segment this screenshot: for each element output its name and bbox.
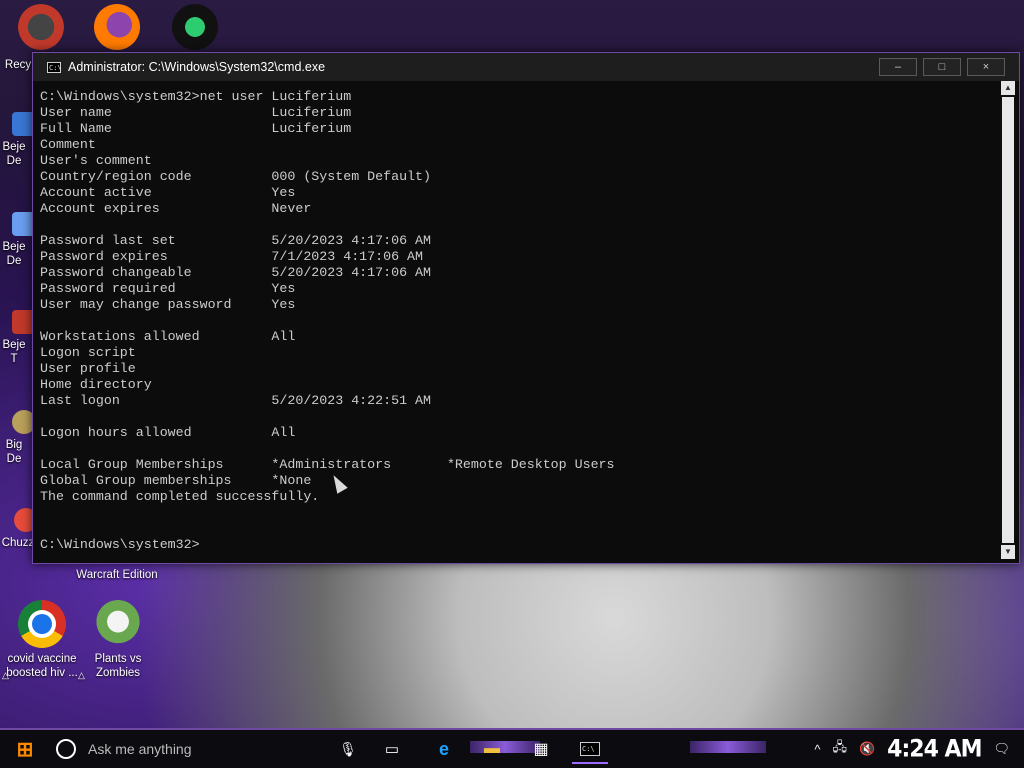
icon-label: De xyxy=(6,453,22,465)
console-line: Comment xyxy=(40,137,96,152)
icon-label: covid vaccine boosted hiv ... xyxy=(6,653,78,679)
notifications-icon[interactable]: 🗨 xyxy=(993,741,1010,757)
maximize-button[interactable]: □ xyxy=(923,58,961,76)
cmd-icon: C:\ xyxy=(47,61,62,73)
cmd-window[interactable]: C:\ Administrator: C:\Windows\System32\c… xyxy=(32,52,1020,564)
taskbar-cmd-button[interactable]: C:\ xyxy=(572,736,608,764)
bejeweled-icon-2[interactable]: Beje De xyxy=(0,212,36,268)
chrome-icon xyxy=(18,600,66,648)
system-tray: ^ 🖧 🔇 4:24 AM 🗨 xyxy=(814,735,1024,763)
task-view-icon[interactable]: ▭ xyxy=(380,736,404,762)
console-line: Home directory xyxy=(40,377,152,392)
store-icon[interactable]: ▦ xyxy=(528,736,554,762)
volume-muted-icon[interactable]: 🔇 xyxy=(859,741,875,757)
icon-label: Beje xyxy=(2,141,26,153)
network-icon[interactable]: 🖧 xyxy=(832,738,847,760)
console-line: Workstations allowed All xyxy=(40,329,296,344)
console-line: Logon hours allowed All xyxy=(40,425,296,440)
console-line: Password required Yes xyxy=(40,281,296,296)
console-line: Password changeable 5/20/2023 4:17:06 AM xyxy=(40,265,431,280)
console-line: Local Group Memberships *Administrators … xyxy=(40,457,615,472)
console-output[interactable]: C:\Windows\system32>net user Luciferium U… xyxy=(40,89,999,557)
icon-label: T xyxy=(10,353,18,365)
console-line: Account expires Never xyxy=(40,201,312,216)
shortcut-arrow-icon: △ xyxy=(78,670,85,680)
start-logo-icon: ⊞ xyxy=(16,738,34,761)
desktop-icon-plants-vs-zombies[interactable]: △ Plants vs Zombies xyxy=(76,600,160,680)
clock[interactable]: 4:24 AM xyxy=(887,735,982,763)
icon-label: Big xyxy=(5,439,23,451)
console-line: Full Name Luciferium xyxy=(40,121,352,136)
bejeweled-icon-3[interactable]: Beje T xyxy=(0,310,36,366)
icon-label: Chuzz xyxy=(1,537,35,549)
console-line: User may change password Yes xyxy=(40,297,296,312)
warcraft-label[interactable]: Warcraft Edition xyxy=(70,568,164,582)
console-line: Country/region code 000 (System Default) xyxy=(40,169,431,184)
shortcut-arrow-icon: △ xyxy=(2,670,9,680)
console-line: Logon script xyxy=(40,345,136,360)
cmd-titlebar[interactable]: C:\ Administrator: C:\Windows\System32\c… xyxy=(33,53,1019,81)
console-line: Password last set 5/20/2023 4:17:06 AM xyxy=(40,233,431,248)
app-icon-top-right[interactable] xyxy=(172,4,218,50)
console-line: User profile xyxy=(40,361,136,376)
icon-label: De xyxy=(6,255,22,267)
console-line: User's comment xyxy=(40,153,152,168)
console-line: C:\Windows\system32> xyxy=(40,537,200,552)
console-line: Last logon 5/20/2023 4:22:51 AM xyxy=(40,393,431,408)
taskbar-decoration xyxy=(690,741,766,753)
scroll-up-arrow-icon[interactable]: ▲ xyxy=(1001,81,1015,95)
minimize-button[interactable]: – xyxy=(879,58,917,76)
start-button[interactable]: ⊞ xyxy=(8,736,42,762)
plants-vs-zombies-icon xyxy=(94,600,142,648)
bejeweled-icon-1[interactable]: Beje De xyxy=(0,112,36,168)
console-line: C:\Windows\system32>net user Luciferium xyxy=(40,89,352,104)
cmd-icon: C:\ xyxy=(580,742,600,756)
cortana-icon xyxy=(56,739,76,759)
close-button[interactable]: × xyxy=(967,58,1005,76)
taskbar: ⊞ Ask me anything 🎙 ▭ e ▬ ▦ C:\ ^ 🖧 🔇 4:… xyxy=(0,728,1024,768)
search-placeholder: Ask me anything xyxy=(88,741,192,757)
firefox-icon[interactable] xyxy=(94,4,140,50)
scroll-down-arrow-icon[interactable]: ▼ xyxy=(1001,545,1015,559)
icon-label: Plants vs Zombies xyxy=(94,653,142,679)
app-icon-top-left[interactable] xyxy=(18,4,64,50)
vertical-scrollbar[interactable]: ▲ ▼ xyxy=(1001,81,1015,559)
microphone-icon[interactable]: 🎙 xyxy=(338,736,358,762)
console-line: Account active Yes xyxy=(40,185,296,200)
edge-icon[interactable]: e xyxy=(430,736,458,762)
console-line: The command completed successfully. xyxy=(40,489,320,504)
console-line: Password expires 7/1/2023 4:17:06 AM xyxy=(40,249,424,264)
icon-label: Beje xyxy=(2,241,26,253)
big-game-icon[interactable]: Big De xyxy=(0,410,36,466)
window-title: Administrator: C:\Windows\System32\cmd.e… xyxy=(68,60,326,74)
icon-label: Beje xyxy=(2,339,26,351)
search-box[interactable]: Ask me anything xyxy=(56,736,326,762)
scroll-thumb[interactable] xyxy=(1002,97,1014,543)
chevron-up-icon[interactable]: ^ xyxy=(814,742,820,757)
console-line: Global Group memberships *None xyxy=(40,473,312,488)
file-explorer-icon[interactable]: ▬ xyxy=(478,736,506,762)
icon-label: De xyxy=(6,155,22,167)
icon-label: Warcraft Edition xyxy=(76,569,158,581)
desktop-icon-chrome[interactable]: △ covid vaccine boosted hiv ... xyxy=(0,600,84,680)
console-line: User name Luciferium xyxy=(40,105,352,120)
recycle-bin-text: Recy xyxy=(4,59,32,71)
